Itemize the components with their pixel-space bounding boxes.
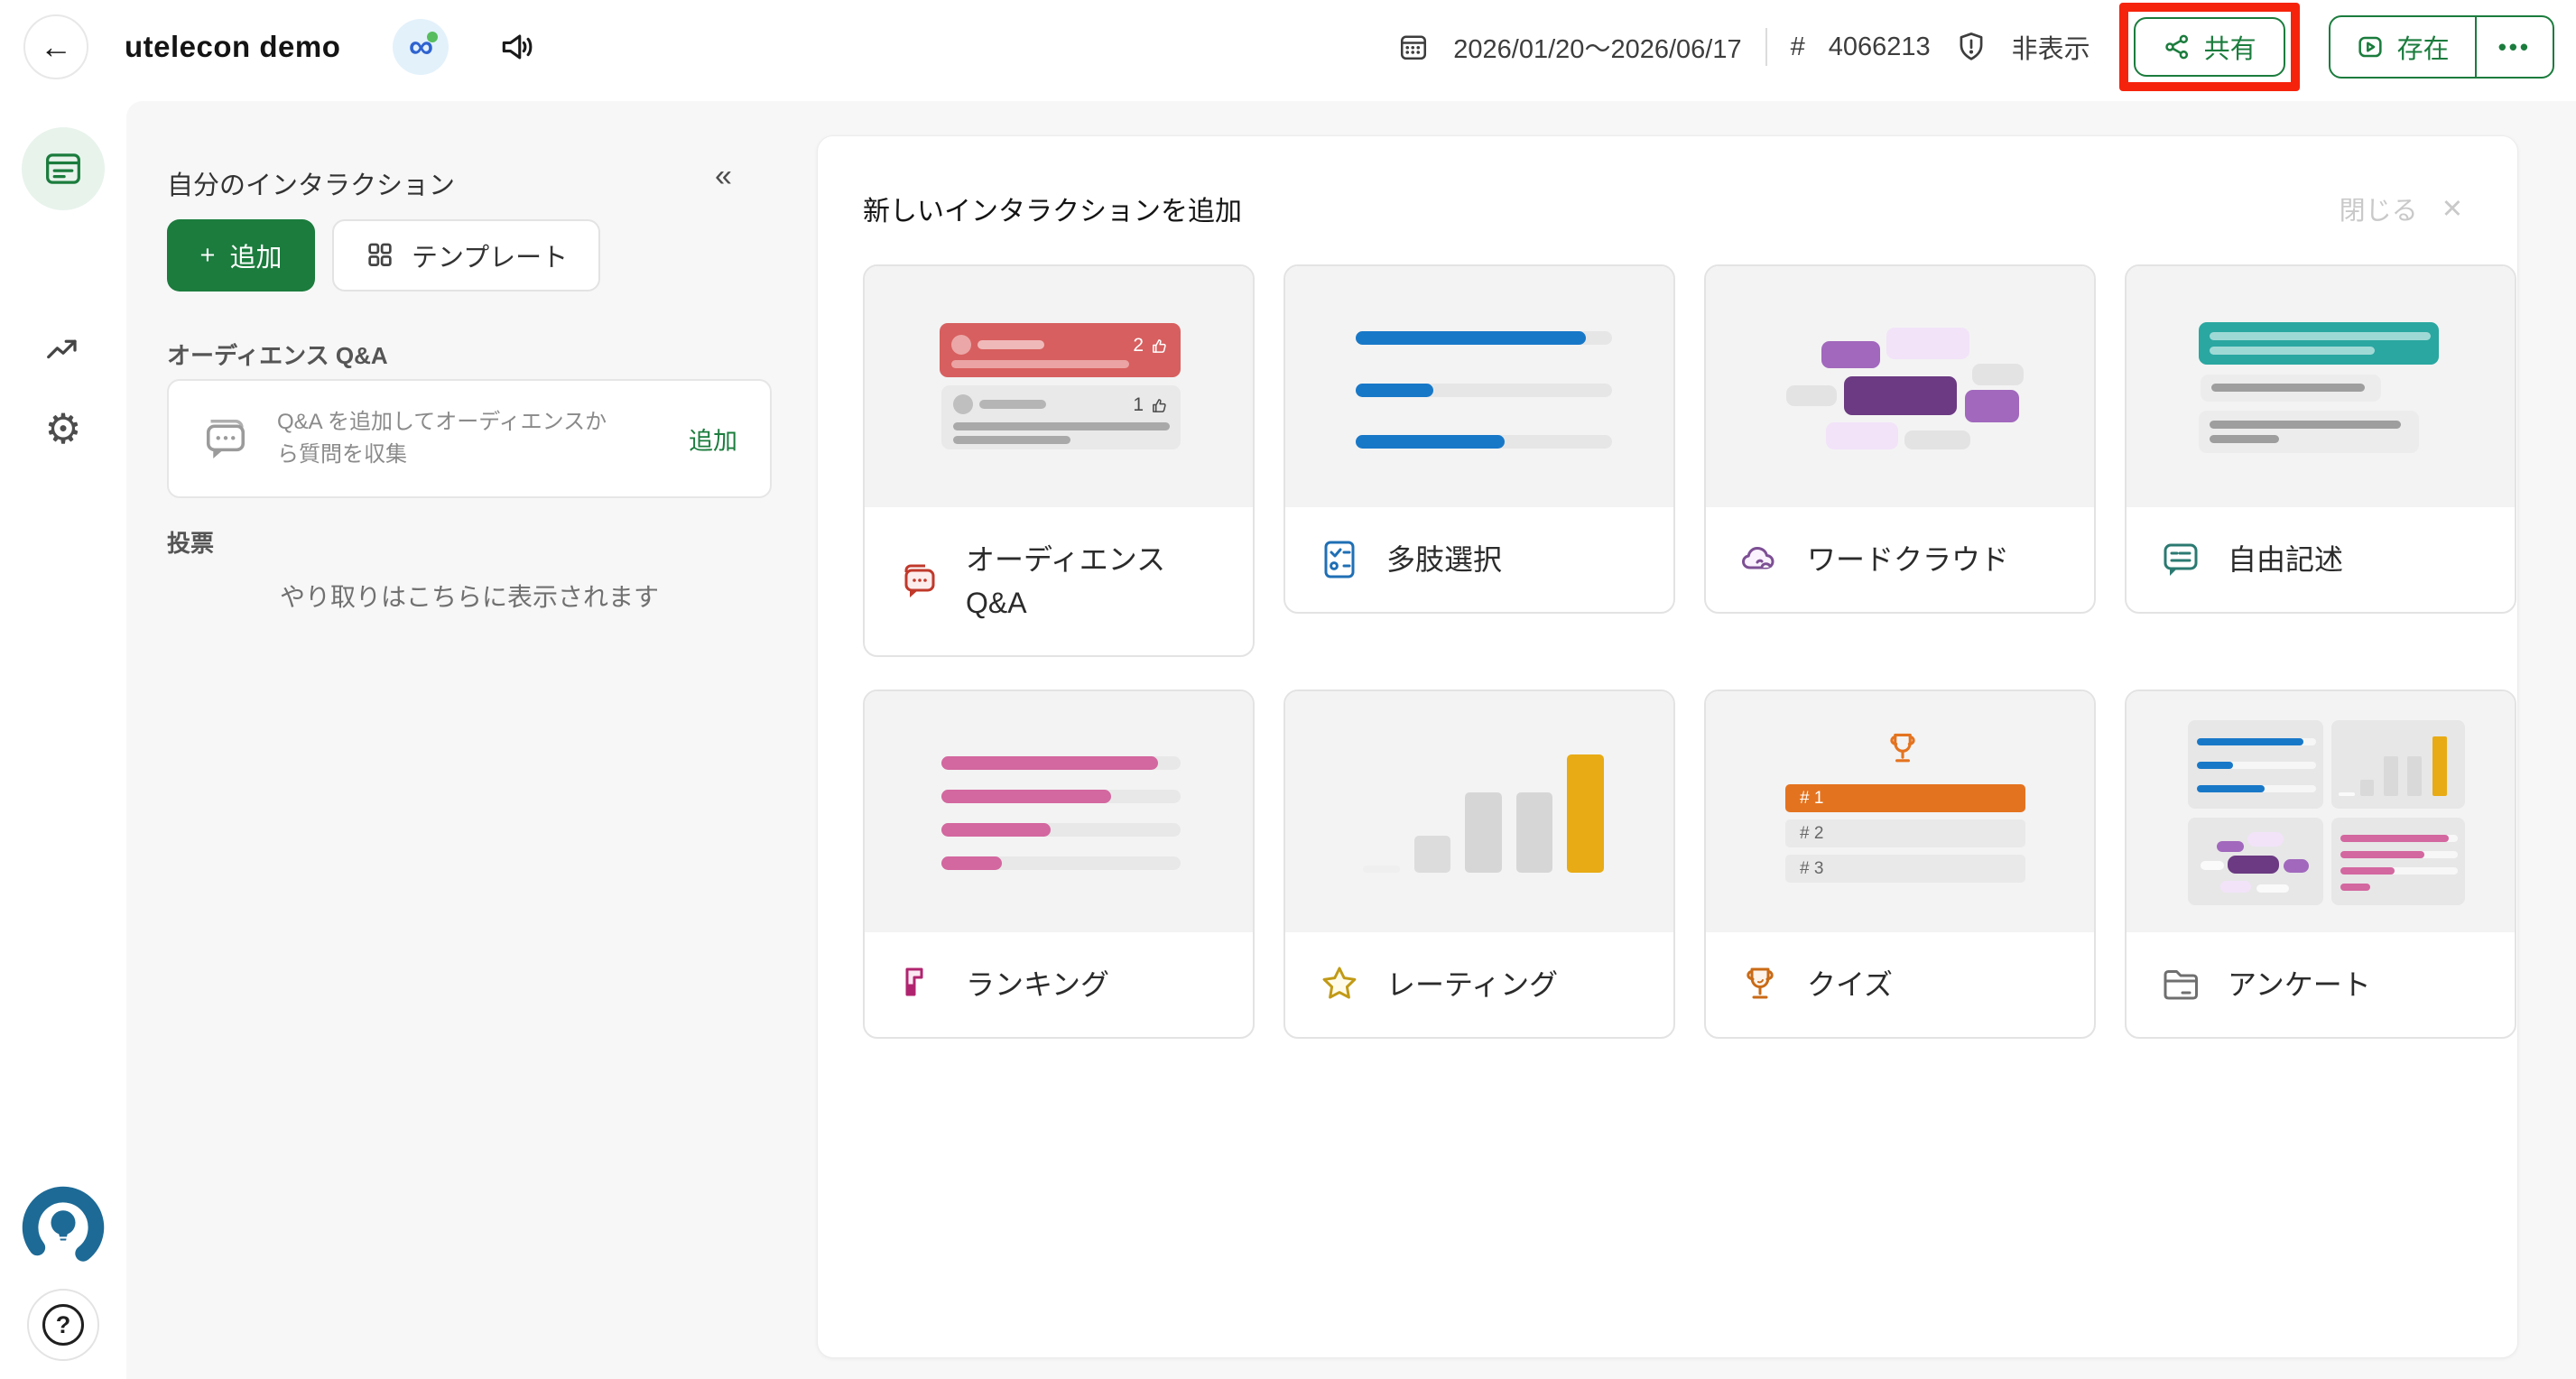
quiz-illustration: # 1 # 2 # 3 <box>1706 691 2094 932</box>
panel-title: 新しいインタラクションを追加 <box>863 189 1242 228</box>
back-button[interactable]: ← <box>23 14 88 79</box>
webex-logo-icon: ∞ <box>393 19 449 75</box>
add-interaction-button[interactable]: + 追加 <box>167 219 315 292</box>
word-cloud-illustration <box>1706 266 2094 507</box>
more-options-button[interactable]: ••• <box>2477 17 2553 77</box>
topbar-right-group: 2026/01/20〜2026/06/17 # 4066213 非表示 共有 <box>1397 3 2554 91</box>
event-code[interactable]: 4066213 <box>1829 32 1931 62</box>
shield-alert-icon <box>1954 30 1988 64</box>
plus-icon: + <box>200 241 216 271</box>
rating-illustration <box>1285 691 1673 932</box>
topbar-divider <box>1765 28 1767 66</box>
template-grid-icon <box>365 240 395 271</box>
share-button[interactable]: 共有 <box>2134 17 2285 77</box>
qa-section-label: オーディエンス Q&A <box>167 338 388 371</box>
card-open-text[interactable]: 自由記述 <box>2125 264 2516 614</box>
top-bar: ← utelecon demo ∞ 2026/01/20〜2026/06/17 … <box>0 0 2576 101</box>
present-play-icon <box>2356 32 2385 61</box>
chat-bubbles-icon <box>196 409 255 468</box>
quiz-trophy-icon <box>1738 963 1782 1006</box>
quiz-rank-2: # 2 <box>1785 819 2025 847</box>
present-button-group: 存在 ••• <box>2329 15 2554 79</box>
qa-hint-text: Q&A を追加してオーディエンスから質問を収集 <box>277 406 620 471</box>
highlight-annotation: 共有 <box>2119 3 2300 91</box>
open-text-icon <box>2159 538 2202 581</box>
survey-illustration <box>2127 691 2515 932</box>
open-text-illustration <box>2127 266 2515 507</box>
interaction-card-grid: 2 1 <box>818 228 2517 1039</box>
share-icon <box>2163 32 2191 61</box>
question-icon: ? <box>42 1304 84 1346</box>
hidden-status-label[interactable]: 非表示 <box>2012 28 2090 66</box>
rating-star-icon <box>1318 963 1361 1006</box>
announce-speaker-icon[interactable] <box>497 27 537 67</box>
sidebar-title: 自分のインタラクション <box>167 164 455 202</box>
card-audience-qa[interactable]: 2 1 <box>863 264 1255 657</box>
card-quiz[interactable]: # 1 # 2 # 3 クイズ <box>1704 690 2096 1039</box>
close-panel-button[interactable]: 閉じる ✕ <box>2340 190 2463 227</box>
calendar-icon <box>1397 31 1430 63</box>
interactions-icon <box>40 145 87 192</box>
rail-item-analytics[interactable] <box>40 327 87 374</box>
rail-item-interactions[interactable] <box>22 127 105 210</box>
workspace-canvas: 自分のインタラクション « + 追加 テンプレート オーディエンス Q&A <box>126 101 2576 1379</box>
multiple-choice-icon <box>1318 538 1361 581</box>
help-button[interactable]: ? <box>27 1289 99 1361</box>
card-multiple-choice[interactable]: 多肢選択 <box>1283 264 1675 614</box>
page-title: utelecon demo <box>125 30 340 64</box>
back-arrow-icon: ← <box>40 28 72 66</box>
slido-logo <box>16 1180 110 1274</box>
date-range[interactable]: 2026/01/20〜2026/06/17 <box>1453 28 1741 66</box>
card-rating[interactable]: レーティング <box>1283 690 1675 1039</box>
ranking-illustration <box>865 691 1253 932</box>
add-interaction-panel: 新しいインタラクションを追加 閉じる ✕ 2 <box>817 135 2518 1358</box>
upvote-count: 2 <box>1133 335 1144 356</box>
rail-item-settings[interactable]: ⚙ <box>44 408 81 449</box>
qa-empty-card[interactable]: Q&A を追加してオーディエンスから質問を収集 追加 <box>167 379 772 498</box>
card-survey[interactable]: アンケート <box>2125 690 2516 1039</box>
quiz-rank-1: # 1 <box>1785 784 2025 812</box>
quiz-rank-3: # 3 <box>1785 855 2025 883</box>
multiple-choice-illustration <box>1285 266 1673 507</box>
sidebar-collapse-button[interactable]: « <box>715 159 732 194</box>
left-rail: ⚙ ? <box>0 101 126 1379</box>
upvote-count: 1 <box>1133 394 1144 416</box>
ranking-icon <box>897 963 941 1006</box>
card-word-cloud[interactable]: ワードクラウド <box>1704 264 2096 614</box>
polls-placeholder-text: やり取りはこちらに表示されます <box>167 578 772 614</box>
card-ranking[interactable]: ランキング <box>863 690 1255 1039</box>
present-button[interactable]: 存在 <box>2330 17 2475 77</box>
qa-add-link[interactable]: 追加 <box>689 421 737 457</box>
close-icon: ✕ <box>2442 193 2463 225</box>
hash-icon: # <box>1791 32 1805 62</box>
polls-section-label: 投票 <box>167 525 214 559</box>
word-cloud-icon <box>1738 538 1782 581</box>
template-button[interactable]: テンプレート <box>332 219 600 292</box>
audience-qa-icon <box>897 560 941 603</box>
audience-qa-illustration: 2 1 <box>865 266 1253 507</box>
survey-folder-icon <box>2159 963 2202 1006</box>
